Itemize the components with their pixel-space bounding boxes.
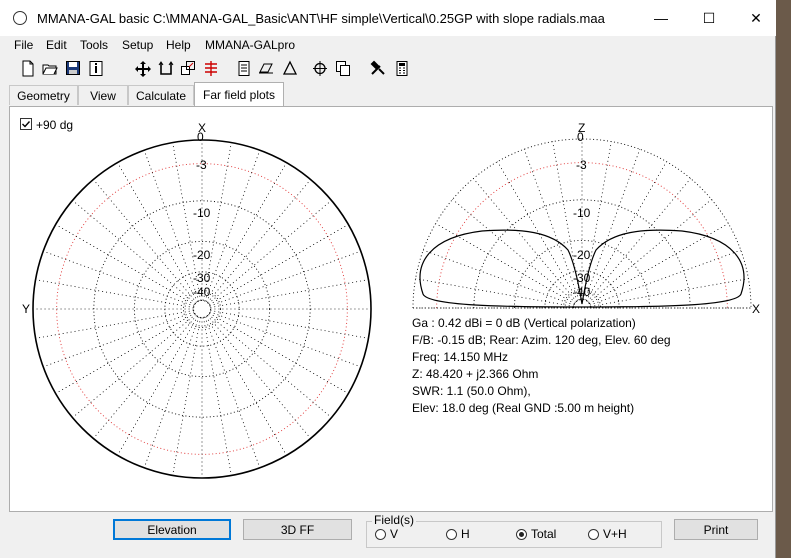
h-plot-ring [93, 200, 311, 418]
main-window: MMANA-GAL basic C:\MMANA-GAL_Basic\ANT\H… [0, 0, 776, 558]
v-plot-ring-0: 0 [577, 130, 584, 144]
far-field-plots-canvas [32, 138, 752, 479]
horizontal-polar-plot [32, 139, 372, 479]
v-plot-spoke [589, 223, 729, 305]
h-plot-spoke [205, 316, 287, 456]
h-plot-spoke [72, 200, 196, 304]
h-plot-spoke [209, 250, 361, 307]
h-plot-spoke [143, 316, 200, 468]
v-plot-ring-minus10: -10 [573, 206, 591, 220]
h-plot-spoke [117, 162, 199, 302]
v-plot-ring-minus3: -3 [576, 158, 587, 172]
h-plot-spoke [209, 224, 349, 306]
check-mark-icon [22, 121, 31, 128]
h-plot-ring-minus20: -20 [193, 248, 211, 262]
field-v-radio[interactable] [375, 529, 386, 540]
result-frequency: Freq: 14.150 MHz [412, 350, 509, 364]
v-plot-spoke [590, 278, 749, 307]
h-plot-ring [32, 139, 372, 479]
h-plot-spoke [204, 316, 261, 468]
h-plot-spoke [43, 311, 195, 368]
h-plot-ring-minus30: -30 [193, 271, 211, 285]
print-button[interactable]: Print [674, 519, 758, 540]
field-vh-radio[interactable] [588, 529, 599, 540]
field-total-radio[interactable] [516, 529, 527, 540]
plus90-label: +90 dg [36, 118, 74, 132]
plus90-checkbox[interactable] [20, 118, 32, 130]
h-plot-spoke [203, 317, 232, 476]
v-plot-spoke [435, 223, 575, 305]
v-plot-spoke [423, 249, 575, 306]
h-plot-spoke [207, 179, 311, 303]
h-plot-ring [193, 300, 211, 318]
v-plot-ring-minus40: -40 [573, 285, 591, 299]
h-plot-spoke [172, 317, 201, 476]
h-plot-spoke [210, 279, 369, 308]
v-plot-spoke [588, 199, 712, 303]
v-plot-spoke [497, 161, 579, 301]
3d-ff-button[interactable]: 3D FF [243, 519, 352, 540]
v-plot-ring-minus30: -30 [573, 271, 591, 285]
h-plot-spoke [204, 150, 261, 302]
result-elevation: Elev: 18.0 deg (Real GND :5.00 m height) [412, 401, 635, 415]
h-plot-spoke [209, 311, 361, 368]
result-front-back: F/B: -0.15 dB; Rear: Azim. 120 deg, Elev… [412, 333, 671, 347]
field-h-label: H [461, 527, 470, 541]
v-plot-spoke [473, 178, 577, 302]
h-plot-spoke [209, 312, 349, 394]
h-plot-spoke [208, 314, 332, 418]
h-plot-spoke [93, 315, 197, 439]
result-gain: Ga : 0.42 dBi = 0 dB (Vertical polarizat… [412, 316, 636, 330]
background-window-strip [776, 0, 791, 558]
v-plot-spoke [585, 161, 667, 301]
h-plot-ring-0: 0 [197, 130, 204, 144]
h-plot-ring-minus40: -40 [193, 285, 211, 299]
h-plot-spoke [208, 200, 332, 304]
h-plot-spoke [35, 279, 194, 308]
v-plot-spoke [523, 149, 580, 301]
fields-group-label: Field(s) [372, 513, 417, 527]
h-plot-spoke [207, 315, 311, 439]
h-plot-ring-minus10: -10 [193, 206, 211, 220]
h-plot-spoke [72, 314, 196, 418]
v-plot-spoke [589, 249, 741, 306]
v-plot-ring-minus20: -20 [573, 248, 591, 262]
h-plot-spoke [117, 316, 199, 456]
field-v-label: V [390, 527, 399, 541]
v-plot-spoke [584, 149, 641, 301]
h-plot-spoke [205, 162, 287, 302]
h-plot-spoke [55, 312, 195, 394]
h-plot-spoke [210, 310, 369, 339]
field-h-radio[interactable] [446, 529, 457, 540]
elevation-button[interactable]: Elevation [113, 519, 231, 540]
v-plot-spoke [415, 278, 574, 307]
h-plot-spoke [43, 250, 195, 307]
h-plot-ring-minus3: -3 [196, 158, 207, 172]
v-plot-spoke [587, 178, 691, 302]
h-plot-spoke [143, 150, 200, 302]
h-plot-spoke [35, 310, 194, 339]
h-plot-y-axis-label: Y [22, 302, 31, 316]
v-plot-x-axis-label: X [752, 302, 761, 316]
result-impedance: Z: 48.420 + j2.366 Ohm [412, 367, 539, 381]
field-vh-label: V+H [603, 527, 627, 541]
v-plot-spoke [452, 199, 576, 303]
h-plot-spoke [93, 179, 197, 303]
field-total-label: Total [531, 527, 557, 541]
h-plot-spoke [55, 224, 195, 306]
result-swr: SWR: 1.1 (50.0 Ohm), [412, 384, 531, 398]
